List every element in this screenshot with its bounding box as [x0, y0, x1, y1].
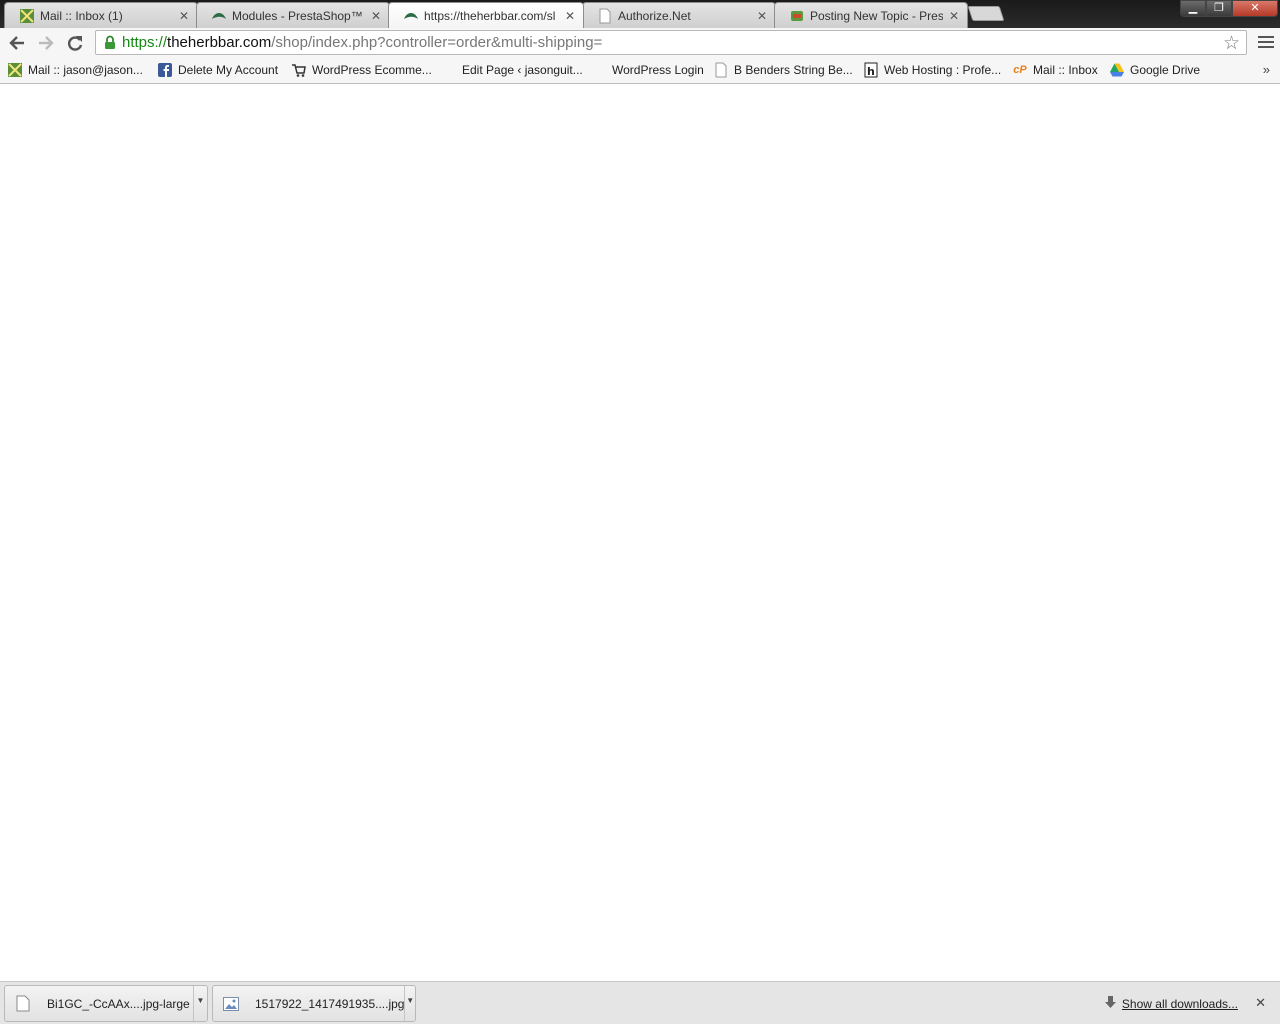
- tab-posting-new-topic[interactable]: Posting New Topic - Prest ✕: [774, 2, 968, 28]
- download-shelf: Bi1GC_-CcAAx....jpg-large ▼ 1517922_1417…: [0, 981, 1280, 1024]
- url-text: https://theherbbar.com/shop/index.php?co…: [120, 34, 602, 51]
- forum-icon: [789, 8, 805, 24]
- bookmark-web-hosting[interactable]: h Web Hosting : Profe...: [863, 61, 1001, 79]
- address-bar[interactable]: https://theherbbar.com/shop/index.php?co…: [95, 30, 1247, 55]
- image-file-icon: [223, 995, 239, 1013]
- file-icon: [15, 995, 31, 1013]
- url-path: /shop/index.php?controller=order&multi-s…: [271, 34, 603, 51]
- download-menu-button[interactable]: ▼: [193, 986, 207, 1021]
- close-icon[interactable]: ✕: [369, 9, 383, 23]
- google-drive-icon: [1109, 62, 1125, 78]
- more-bookmarks-chevron-icon[interactable]: »: [1263, 62, 1270, 77]
- chrome-menu-icon[interactable]: [1258, 34, 1274, 50]
- restore-button[interactable]: ❐: [1206, 0, 1232, 17]
- close-icon[interactable]: ✕: [563, 9, 577, 23]
- prestashop-icon: [403, 8, 419, 24]
- download-filename: Bi1GC_-CcAAx....jpg-large: [47, 996, 190, 1011]
- url-host: theherbbar.com: [167, 34, 272, 51]
- minimize-button[interactable]: ▁: [1180, 0, 1206, 17]
- page-icon: [597, 8, 613, 24]
- bookmark-label: Google Drive: [1130, 63, 1201, 77]
- bookmark-delete-my-account[interactable]: Delete My Account: [157, 61, 278, 79]
- facebook-icon: [157, 62, 173, 78]
- bookmark-label: Web Hosting : Profe...: [884, 63, 1002, 77]
- bookmarks-bar: Mail :: jason@jason... Delete My Account…: [0, 57, 1280, 84]
- lock-icon: [100, 35, 120, 50]
- tab-title: Mail :: Inbox (1): [40, 8, 123, 23]
- tab-title: https://theherbbar.com/sl: [424, 8, 556, 23]
- show-all-downloads-link[interactable]: Show all downloads...: [1104, 996, 1238, 1012]
- show-all-downloads-label: Show all downloads...: [1121, 997, 1238, 1011]
- bookmark-label: B Benders String Be...: [734, 63, 853, 77]
- blank-icon: [591, 62, 607, 78]
- page-icon: [713, 62, 729, 78]
- bookmark-label: Mail :: jason@jason...: [28, 63, 143, 77]
- window-controls: ▁ ❐ ✕: [1180, 0, 1278, 17]
- bookmark-wordpress-login[interactable]: WordPress Login: [591, 61, 704, 79]
- tab-title: Posting New Topic - Prest: [810, 8, 943, 23]
- reload-icon: [68, 36, 83, 51]
- bookmark-label: WordPress Ecomme...: [312, 63, 432, 77]
- back-arrow-icon: [9, 36, 24, 50]
- tab-title: Modules - PrestaShop™: [232, 8, 363, 23]
- hosting-icon: h: [863, 62, 879, 78]
- browser-toolbar: https://theherbbar.com/shop/index.php?co…: [0, 28, 1280, 57]
- close-icon[interactable]: ✕: [947, 9, 961, 23]
- page-content: [0, 85, 1280, 981]
- tab-title: Authorize.Net: [618, 8, 691, 23]
- bookmark-label: Edit Page ‹ jasonguit...: [462, 63, 583, 77]
- close-icon[interactable]: ✕: [1255, 995, 1266, 1011]
- download-item-open[interactable]: 1517922_1417491935....jpg: [213, 986, 404, 1021]
- svg-text:h: h: [867, 65, 875, 78]
- bookmark-google-drive[interactable]: Google Drive: [1109, 61, 1200, 79]
- bookmark-label: WordPress Login: [612, 63, 704, 77]
- tab-modules-prestashop[interactable]: Modules - PrestaShop™ ✕: [196, 2, 390, 28]
- bookmark-b-benders[interactable]: B Benders String Be...: [713, 61, 853, 79]
- forward-arrow-icon: [39, 36, 54, 50]
- tab-authorize-net[interactable]: Authorize.Net ✕: [582, 2, 776, 28]
- bookmark-label: Mail :: Inbox: [1033, 63, 1098, 77]
- cpanel-icon: cP: [1013, 64, 1027, 76]
- close-icon[interactable]: ✕: [177, 9, 191, 23]
- tab-strip: Mail :: Inbox (1) ✕ Modules - PrestaShop…: [0, 0, 1280, 28]
- cart-icon: [291, 62, 307, 78]
- download-menu-button[interactable]: ▼: [404, 986, 415, 1021]
- tab-theherbbar[interactable]: https://theherbbar.com/sl ✕: [388, 2, 584, 28]
- bookmark-edit-page[interactable]: Edit Page ‹ jasonguit...: [441, 61, 583, 79]
- download-filename: 1517922_1417491935....jpg: [255, 996, 405, 1011]
- bookmark-wordpress-ecommerce[interactable]: WordPress Ecomme...: [291, 61, 432, 79]
- back-button[interactable]: [6, 32, 28, 54]
- bookmark-star-icon[interactable]: ☆: [1223, 32, 1240, 55]
- reload-button[interactable]: [64, 32, 86, 54]
- prestashop-icon: [211, 8, 227, 24]
- close-icon[interactable]: ✕: [755, 9, 769, 23]
- new-tab-button[interactable]: [967, 6, 1005, 21]
- download-item: Bi1GC_-CcAAx....jpg-large ▼: [4, 985, 208, 1022]
- bookmark-mail-inbox[interactable]: cP Mail :: Inbox: [1012, 61, 1098, 79]
- download-arrow-icon: [1104, 996, 1116, 1012]
- blank-icon: [441, 62, 457, 78]
- bookmark-mail-jason[interactable]: Mail :: jason@jason...: [7, 61, 143, 79]
- mail-icon: [19, 8, 35, 24]
- window-close-button[interactable]: ✕: [1232, 0, 1278, 17]
- download-item-open[interactable]: Bi1GC_-CcAAx....jpg-large: [5, 986, 193, 1021]
- tab-mail-inbox[interactable]: Mail :: Inbox (1) ✕: [4, 2, 198, 28]
- url-scheme: https://: [122, 34, 168, 51]
- bookmark-label: Delete My Account: [178, 63, 279, 77]
- mail-icon: [7, 62, 23, 78]
- forward-button[interactable]: [35, 32, 57, 54]
- download-item: 1517922_1417491935....jpg ▼: [212, 985, 416, 1022]
